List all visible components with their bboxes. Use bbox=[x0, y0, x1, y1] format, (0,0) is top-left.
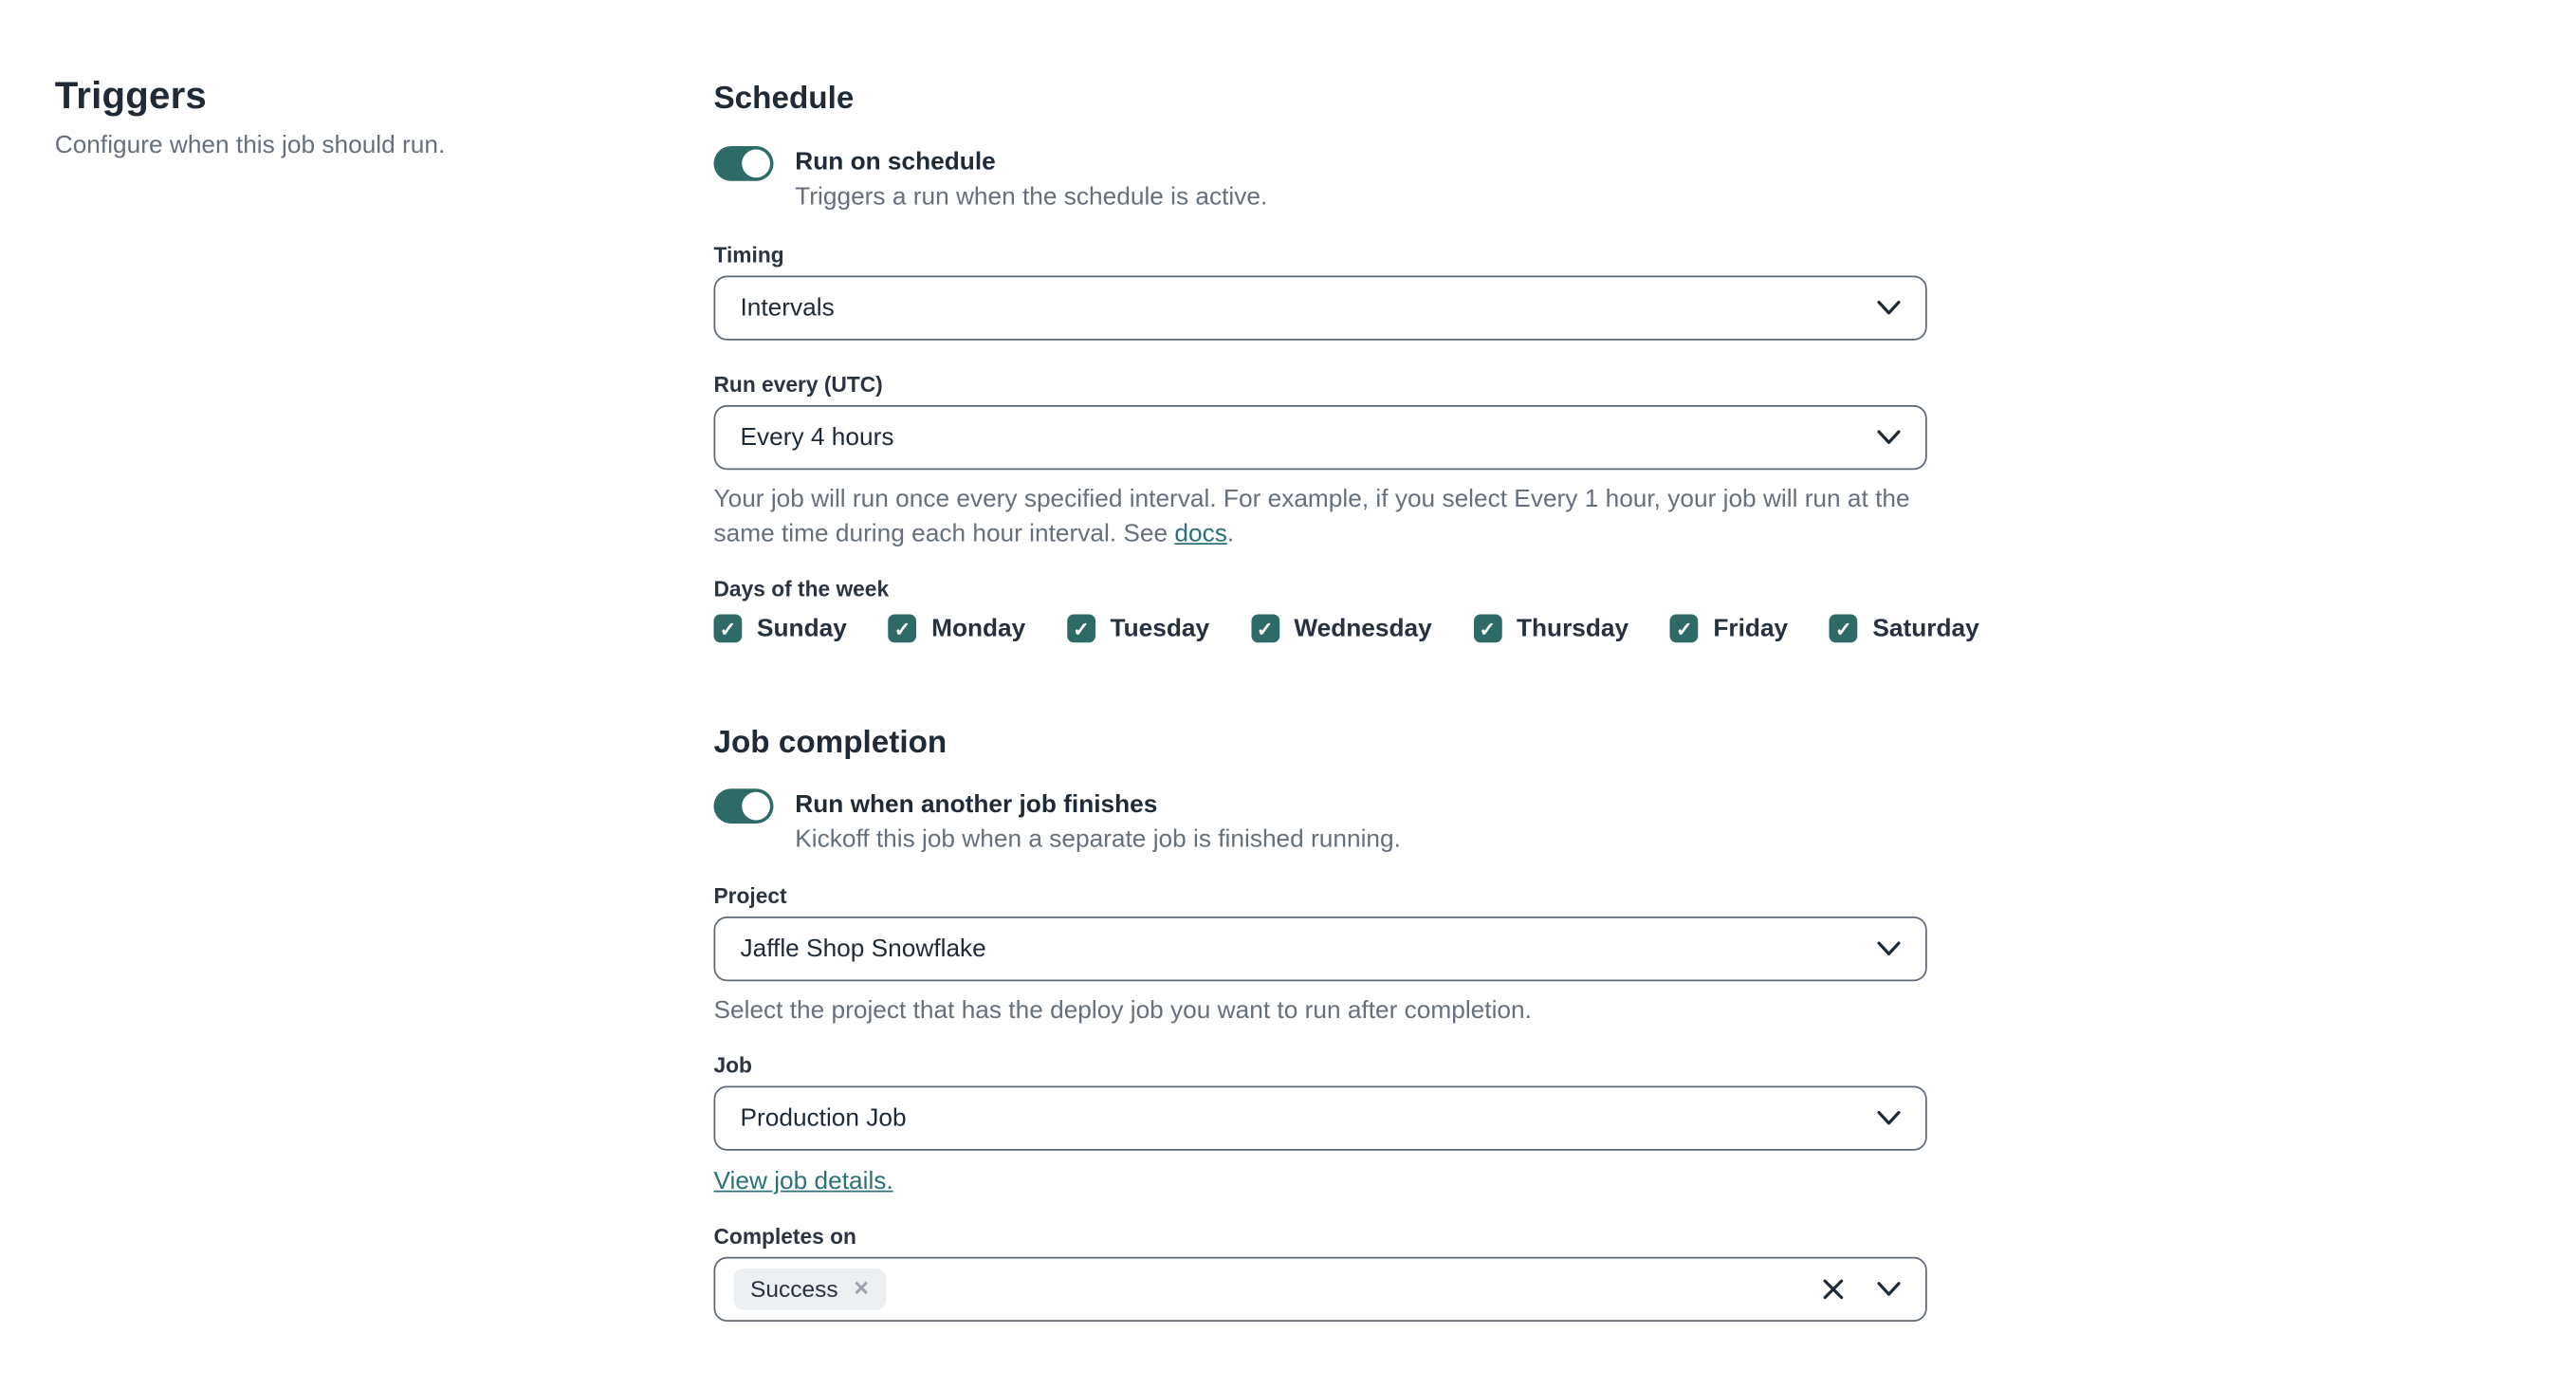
job-select-value: Production Job bbox=[740, 1103, 907, 1133]
run-every-help: Your job will run once every specified i… bbox=[714, 482, 1927, 552]
day-monday: Monday bbox=[888, 614, 1026, 643]
run-every-help-suffix: . bbox=[1226, 519, 1235, 548]
page-title: Triggers bbox=[54, 73, 207, 117]
day-thursday: Thursday bbox=[1473, 614, 1629, 643]
toggle-knob bbox=[742, 149, 770, 178]
run-every-select-value: Every 4 hours bbox=[740, 423, 894, 452]
sunday-label: Sunday bbox=[757, 614, 847, 643]
view-job-details-wrap: View job details. bbox=[714, 1164, 1927, 1199]
job-label: Job bbox=[713, 1052, 752, 1078]
chevron-down-icon[interactable] bbox=[1877, 1282, 1901, 1297]
wednesday-checkbox[interactable] bbox=[1250, 614, 1279, 643]
page-subtitle: Configure when this job should run. bbox=[54, 131, 446, 159]
triggers-settings-page: Triggers Configure when this job should … bbox=[0, 0, 2576, 1389]
job-completion-section-title: Job completion bbox=[713, 725, 948, 761]
run-on-schedule-text: Run on schedule Triggers a run when the … bbox=[795, 144, 1267, 214]
project-select-value: Jaffle Shop Snowflake bbox=[740, 935, 986, 963]
project-help: Select the project that has the deploy j… bbox=[713, 996, 1532, 1025]
run-when-another-job-label: Run when another job finishes bbox=[795, 790, 1158, 819]
monday-label: Monday bbox=[931, 614, 1026, 643]
sunday-checkbox[interactable] bbox=[713, 614, 743, 643]
tuesday-label: Tuesday bbox=[1110, 614, 1210, 643]
run-when-another-job-text: Run when another job finishes Kickoff th… bbox=[795, 787, 1401, 858]
project-label: Project bbox=[713, 883, 787, 909]
wednesday-label: Wednesday bbox=[1294, 614, 1432, 643]
run-on-schedule-description: Triggers a run when the schedule is acti… bbox=[795, 182, 1268, 212]
run-when-another-job-description: Kickoff this job when a separate job is … bbox=[795, 824, 1401, 854]
saturday-checkbox[interactable] bbox=[1829, 614, 1858, 643]
friday-checkbox[interactable] bbox=[1669, 614, 1699, 643]
toggle-knob bbox=[742, 791, 770, 821]
saturday-label: Saturday bbox=[1872, 614, 1979, 643]
run-on-schedule-toggle[interactable] bbox=[713, 146, 774, 181]
days-of-week-label: Days of the week bbox=[713, 576, 890, 602]
day-wednesday: Wednesday bbox=[1250, 614, 1432, 643]
success-tag-label: Success bbox=[750, 1275, 838, 1302]
monday-checkbox[interactable] bbox=[888, 614, 917, 643]
view-job-details-link[interactable]: View job details. bbox=[714, 1167, 893, 1195]
day-saturday: Saturday bbox=[1829, 614, 1979, 643]
job-select[interactable]: Production Job bbox=[713, 1085, 1927, 1151]
run-when-another-job-row: Run when another job finishes Kickoff th… bbox=[713, 787, 1401, 858]
chevron-down-icon bbox=[1877, 430, 1901, 445]
run-every-label: Run every (UTC) bbox=[713, 372, 883, 398]
clear-all-icon[interactable] bbox=[1823, 1279, 1845, 1301]
run-on-schedule-label: Run on schedule bbox=[795, 147, 996, 176]
triggers-form: Schedule Run on schedule Triggers a run … bbox=[713, 0, 1979, 1389]
chevron-down-icon bbox=[1877, 941, 1901, 956]
run-when-another-job-toggle[interactable] bbox=[713, 788, 774, 824]
timing-label: Timing bbox=[713, 242, 784, 268]
remove-tag-icon[interactable]: ✕ bbox=[853, 1279, 870, 1299]
thursday-checkbox[interactable] bbox=[1473, 614, 1502, 643]
thursday-label: Thursday bbox=[1516, 614, 1629, 643]
chevron-down-icon bbox=[1877, 1110, 1901, 1126]
friday-label: Friday bbox=[1713, 614, 1789, 643]
multiselect-controls bbox=[1823, 1279, 1901, 1301]
completes-on-multiselect[interactable]: Success ✕ bbox=[713, 1256, 1927, 1322]
success-tag-chip: Success ✕ bbox=[733, 1269, 887, 1310]
project-select[interactable]: Jaffle Shop Snowflake bbox=[713, 917, 1927, 982]
run-every-help-text: Your job will run once every specified i… bbox=[713, 485, 1910, 548]
chevron-down-icon bbox=[1877, 300, 1901, 316]
day-tuesday: Tuesday bbox=[1067, 614, 1210, 643]
days-of-week-row: Sunday Monday Tuesday Wednesday Thursday… bbox=[713, 614, 1979, 643]
timing-select[interactable]: Intervals bbox=[713, 275, 1927, 341]
completes-on-label: Completes on bbox=[713, 1223, 856, 1249]
timing-select-value: Intervals bbox=[740, 293, 835, 323]
tuesday-checkbox[interactable] bbox=[1067, 614, 1095, 643]
day-friday: Friday bbox=[1669, 614, 1789, 643]
run-on-schedule-row: Run on schedule Triggers a run when the … bbox=[713, 144, 1267, 214]
run-every-select[interactable]: Every 4 hours bbox=[713, 405, 1927, 471]
schedule-section-title: Schedule bbox=[713, 81, 855, 117]
docs-link[interactable]: docs bbox=[1174, 520, 1226, 548]
day-sunday: Sunday bbox=[713, 614, 847, 643]
